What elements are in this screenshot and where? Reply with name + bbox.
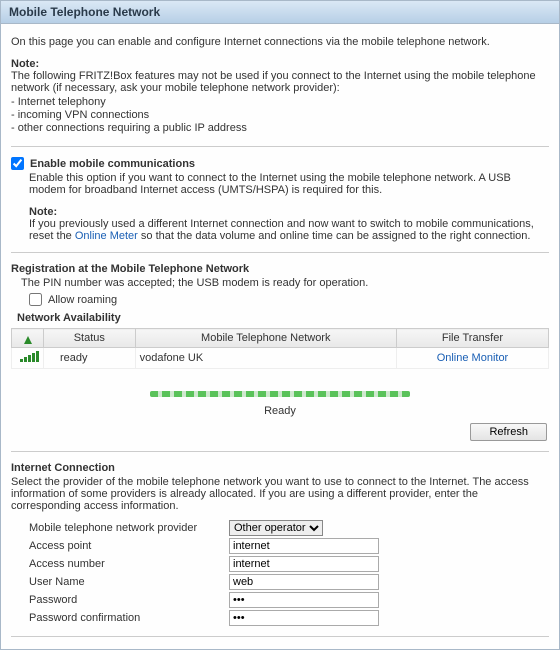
note-text: The following FRITZ!Box features may not… bbox=[11, 70, 549, 94]
password-input[interactable] bbox=[229, 592, 379, 608]
password-confirm-label: Password confirmation bbox=[29, 612, 229, 624]
enable-note-heading: Note: bbox=[29, 206, 549, 218]
access-point-label: Access point bbox=[29, 540, 229, 552]
antenna-icon bbox=[24, 336, 32, 344]
availability-heading: Network Availability bbox=[17, 312, 549, 324]
col-icon bbox=[12, 329, 44, 348]
col-status: Status bbox=[44, 329, 136, 348]
page-title: Mobile Telephone Network bbox=[1, 0, 559, 24]
provider-label: Mobile telephone network provider bbox=[29, 522, 229, 534]
internet-desc: Select the provider of the mobile teleph… bbox=[11, 476, 549, 512]
note-item: - other connections requiring a public I… bbox=[11, 122, 549, 134]
note-heading: Note: bbox=[11, 58, 549, 70]
separator bbox=[11, 451, 549, 452]
online-monitor-link[interactable]: Online Monitor bbox=[437, 352, 509, 364]
table-row: ready vodafone UK Online Monitor bbox=[12, 348, 549, 369]
availability-table: Status Mobile Telephone Network File Tra… bbox=[11, 328, 549, 369]
enable-mobile-checkbox[interactable] bbox=[11, 157, 24, 170]
enable-mobile-desc: Enable this option if you want to connec… bbox=[29, 172, 549, 196]
cell-network: vodafone UK bbox=[135, 348, 396, 369]
access-point-input[interactable] bbox=[229, 538, 379, 554]
allow-roaming-checkbox[interactable] bbox=[29, 293, 42, 306]
access-number-label: Access number bbox=[29, 558, 229, 570]
access-number-input[interactable] bbox=[229, 556, 379, 572]
username-label: User Name bbox=[29, 576, 229, 588]
enable-note-text: If you previously used a different Inter… bbox=[29, 218, 549, 242]
col-network: Mobile Telephone Network bbox=[135, 329, 396, 348]
registration-status: The PIN number was accepted; the USB mod… bbox=[21, 277, 549, 289]
username-input[interactable] bbox=[229, 574, 379, 590]
refresh-button[interactable]: Refresh bbox=[470, 423, 547, 441]
separator bbox=[11, 146, 549, 147]
internet-heading: Internet Connection bbox=[11, 462, 549, 474]
separator bbox=[11, 636, 549, 637]
allow-roaming-label: Allow roaming bbox=[48, 294, 117, 306]
intro-text: On this page you can enable and configur… bbox=[11, 36, 549, 48]
progress-bar bbox=[150, 391, 410, 397]
online-meter-link[interactable]: Online Meter bbox=[75, 230, 138, 242]
password-confirm-input[interactable] bbox=[229, 610, 379, 626]
cell-status: ready bbox=[44, 348, 136, 369]
enable-note-post: so that the data volume and online time … bbox=[138, 230, 531, 242]
note-block-features: Note: The following FRITZ!Box features m… bbox=[11, 58, 549, 134]
progress-label: Ready bbox=[11, 405, 549, 417]
registration-heading: Registration at the Mobile Telephone Net… bbox=[11, 263, 549, 275]
note-item: - incoming VPN connections bbox=[11, 109, 549, 121]
note-item: - Internet telephony bbox=[11, 96, 549, 108]
provider-select[interactable]: Other operator bbox=[229, 520, 323, 536]
password-label: Password bbox=[29, 594, 229, 606]
enable-mobile-label: Enable mobile communications bbox=[30, 158, 195, 170]
separator bbox=[11, 252, 549, 253]
col-transfer: File Transfer bbox=[396, 329, 548, 348]
signal-icon bbox=[20, 351, 39, 362]
